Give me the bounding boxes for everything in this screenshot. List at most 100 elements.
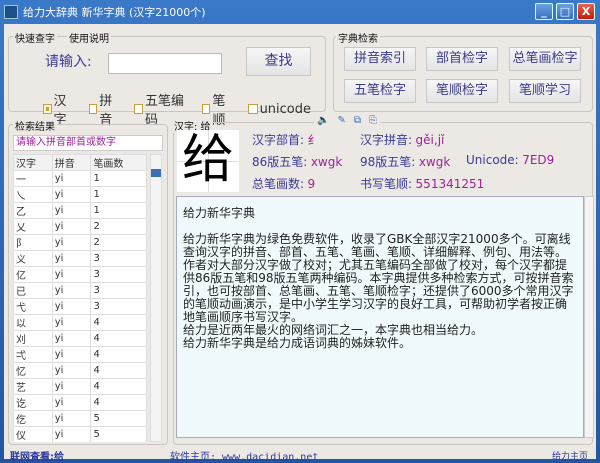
table-cell: 4 [90,394,147,411]
table-cell: 乀 [13,186,53,203]
checkbox-icon [88,104,98,114]
label: 汉字部首: [252,133,305,147]
table-row[interactable]: 乂 yi 2 [13,218,147,235]
table-cell: yi [51,282,92,299]
checkbox-icon [43,104,52,114]
table-cell: 弋 [13,298,53,315]
search-input[interactable] [108,53,222,74]
paragraph: 给力新华字典 [183,206,256,220]
table-cell: yi [51,362,92,379]
table-row[interactable]: 弋 yi 3 [13,298,147,315]
table-row[interactable]: 仡 yi 5 [13,410,147,427]
minimize-button[interactable]: _ [535,3,553,20]
checkbox-icon [247,104,258,114]
table-row[interactable]: 仪 yi 5 [13,426,147,442]
close-button[interactable]: X [577,3,595,20]
table-cell: 3 [90,298,147,315]
text-scrollbar[interactable] [584,196,594,438]
table-cell: 亿 [13,266,53,283]
table-row[interactable]: 讫 yi 4 [13,394,147,411]
pinyin-field: 汉字拼音: gěi,jǐ [360,131,444,148]
online-lookup-link[interactable]: 联网查看:给 [10,448,64,463]
table-cell: 仪 [13,426,53,442]
label: Unicode: [466,153,519,167]
results-table: 汉字 拼音 笔画数 一 yi 1 乀 yi 1 乙 yi 1 乂 yi 2 阝 yi 2 义 yi 3 亿 yi 3 已 y… [13,154,147,442]
value: 9 [307,177,316,191]
table-cell: 3 [90,250,147,267]
table-cell: 艺 [13,378,53,395]
paragraph: 给力新华字典为绿色免费软件，收录了GBK全部汉字21000多个。可离线查询汉字的… [183,232,574,324]
option-label: unicode [259,101,312,117]
dictionary-search-group: 字典检索 拼音索引 部首检字 总笔画检字 五笔检字 笔顺检字 笔顺学习 [333,30,593,112]
scrollbar[interactable] [150,154,162,442]
tab-quick-search[interactable]: 快速查字 [13,30,57,45]
stroke-count-search-button[interactable]: 总笔画检字 [509,47,581,71]
table-row[interactable]: 义 yi 3 [13,250,147,267]
option-label: 拼音 [99,94,113,128]
status-right[interactable]: 给力主页 [552,449,588,462]
character-display: 给 [177,130,239,192]
copy-icon[interactable]: ⧉ [354,115,361,126]
client-area: 快速查字 使用说明 请输入: 查找 汉字 拼音 五笔编码 笔顺 unicode … [4,24,596,463]
table-cell: 2 [90,234,147,251]
table-row[interactable]: 阝 yi 2 [13,234,147,251]
table-cell: yi [51,330,92,347]
value: xwgk [310,155,343,169]
stroke-order-study-button[interactable]: 笔顺学习 [509,79,581,103]
wubi-search-button[interactable]: 五笔检字 [344,79,416,103]
edit-icon[interactable]: ✎ [337,115,345,126]
quick-search-group: 快速查字 使用说明 请输入: 查找 汉字 拼音 五笔编码 笔顺 unicode [8,30,326,128]
speaker-icon[interactable]: 🔈 [317,115,329,126]
table-cell: yi [51,346,92,363]
results-filter-input[interactable]: 请输入拼音部首或数字 [13,135,163,151]
label: 书写笔顺: [360,177,413,191]
table-cell: yi [51,170,92,187]
input-label: 请输入: [45,54,92,70]
wubi86-field: 86版五笔: xwgk [252,153,342,170]
table-row[interactable]: 艺 yi 4 [13,378,147,395]
table-row[interactable]: 已 yi 3 [13,282,147,299]
maximize-button[interactable]: □ [556,3,574,20]
column-header[interactable]: 汉字 [13,154,53,171]
find-button[interactable]: 查找 [246,47,311,76]
table-row[interactable]: 一 yi 1 [13,170,147,187]
table-row[interactable]: 刈 yi 4 [13,330,147,347]
table-cell: yi [51,202,92,219]
table-row[interactable]: 弌 yi 4 [13,346,147,363]
label: 总笔画数: [252,177,305,191]
table-row[interactable]: 亿 yi 3 [13,266,147,283]
title-bar: 给力大辞典 新华字典 (汉字21000个) [4,3,206,21]
radical-field: 汉字部首: 纟 [252,131,320,148]
checkbox-icon [201,104,211,114]
wubi98-field: 98版五笔: xwgk [360,153,450,170]
unicode-field: Unicode: 7ED9 [466,153,554,167]
table-cell: 1 [90,202,147,219]
table-row[interactable]: 乙 yi 1 [13,202,147,219]
table-cell: 一 [13,170,53,187]
table-row[interactable]: 乀 yi 1 [13,186,147,203]
stroke-count-field: 总笔画数: 9 [252,175,315,192]
table-cell: 弌 [13,346,53,363]
pinyin-index-button[interactable]: 拼音索引 [344,47,416,71]
column-header[interactable]: 笔画数 [90,154,147,171]
label: 98版五笔: [360,155,416,169]
table-cell: 1 [90,186,147,203]
app-icon [4,5,18,19]
column-header[interactable]: 拼音 [51,154,92,171]
table-cell: yi [51,234,92,251]
radical-search-button[interactable]: 部首检字 [426,47,498,71]
homepage-link[interactable]: 软件主页: www.dacidian.net [170,448,318,463]
tab-usage[interactable]: 使用说明 [67,30,111,45]
label: 汉字拼音: [360,133,413,147]
table-cell: 义 [13,250,53,267]
paste-icon[interactable]: ⎘ [369,115,377,126]
value: xwgk [418,155,451,169]
stroke-order-search-button[interactable]: 笔顺检字 [426,79,498,103]
table-cell: 阝 [13,234,53,251]
table-cell: 2 [90,218,147,235]
table-row[interactable]: 以 yi 4 [13,314,147,331]
scrollbar-thumb[interactable] [151,169,161,177]
option-pinyin[interactable]: 拼音 [88,90,121,128]
definition-text[interactable]: 给力新华字典 给力新华字典为绿色免费软件，收录了GBK全部汉字21000多个。可… [176,196,584,438]
table-row[interactable]: 忆 yi 4 [13,362,147,379]
